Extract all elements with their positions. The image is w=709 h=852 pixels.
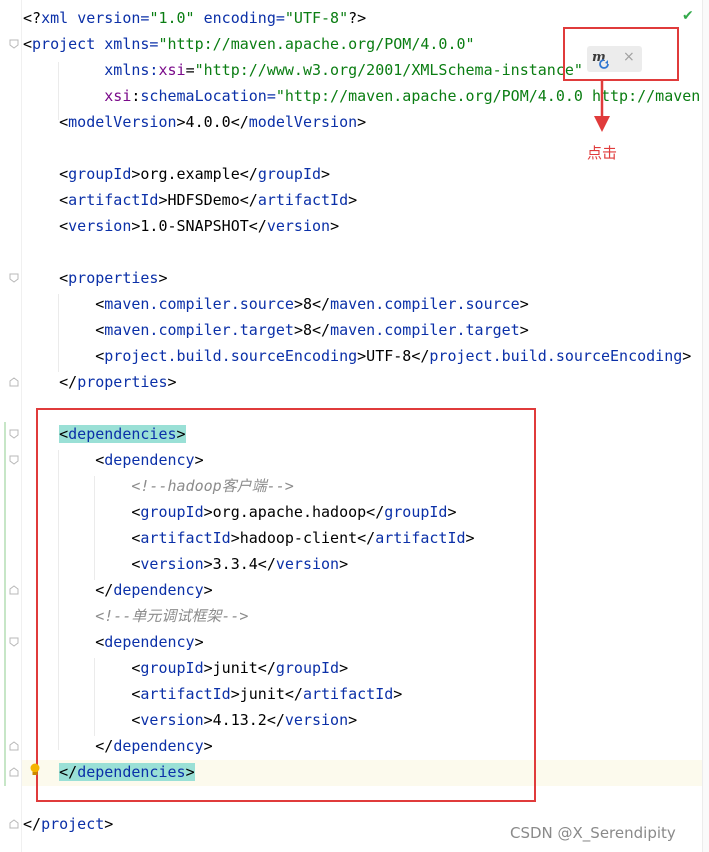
xml-tag-name: maven.compiler.source bbox=[104, 295, 294, 313]
code-token: < bbox=[23, 165, 69, 183]
watermark: CSDN @X_Serendipity bbox=[510, 824, 676, 842]
code-token: < bbox=[23, 321, 105, 339]
code-line[interactable]: </properties> bbox=[23, 369, 177, 395]
xml-tag-name: artifactId bbox=[257, 191, 349, 209]
code-token: > bbox=[321, 165, 331, 183]
xml-tag-name: xml bbox=[41, 9, 78, 27]
code-token: > bbox=[167, 373, 177, 391]
gutter-divider bbox=[21, 0, 22, 852]
code-token: >8</ bbox=[293, 295, 331, 313]
code-token: "1.0" bbox=[149, 9, 204, 27]
fold-close-icon[interactable] bbox=[9, 741, 19, 751]
code-token: ?> bbox=[348, 9, 367, 27]
code-token: > bbox=[348, 191, 358, 209]
code-line[interactable]: <project xmlns="http://maven.apache.org/… bbox=[23, 31, 475, 57]
annotation-label: 点击 bbox=[587, 144, 618, 162]
code-token: < bbox=[23, 295, 105, 313]
xml-tag-name: project bbox=[41, 815, 105, 833]
xml-tag-name: properties bbox=[68, 269, 159, 287]
code-line[interactable]: <version>1.0-SNAPSHOT</version> bbox=[23, 213, 339, 239]
code-token: </ bbox=[23, 815, 42, 833]
code-token: version= bbox=[77, 9, 150, 27]
code-token: < bbox=[23, 269, 69, 287]
code-token: < bbox=[23, 347, 105, 365]
annotation-box-dependencies bbox=[36, 408, 536, 802]
xml-tag-name: artifactId bbox=[68, 191, 159, 209]
code-line[interactable]: <groupId>org.example</groupId> bbox=[23, 161, 330, 187]
code-token: </ bbox=[23, 373, 78, 391]
code-token: < bbox=[23, 35, 33, 53]
xml-tag-name: version bbox=[68, 217, 132, 235]
code-token: xsi bbox=[158, 61, 186, 79]
xml-tag-name: project.build.sourceEncoding bbox=[104, 347, 358, 365]
code-line[interactable]: <properties> bbox=[23, 265, 168, 291]
code-line[interactable]: </project> bbox=[23, 811, 113, 837]
code-token: < bbox=[23, 113, 69, 131]
code-line[interactable]: <maven.compiler.target>8</maven.compiler… bbox=[23, 317, 529, 343]
code-token: > bbox=[357, 113, 367, 131]
fold-open-icon[interactable] bbox=[9, 455, 19, 465]
xml-tag-name: maven.compiler.source bbox=[330, 295, 520, 313]
code-token: "http://maven.apache.org/POM/4.0.0" bbox=[158, 35, 475, 53]
xml-tag-name: groupId bbox=[68, 165, 132, 183]
xml-tag-name: version bbox=[266, 217, 331, 235]
code-token: schemaLocation= bbox=[140, 87, 276, 105]
code-token: > bbox=[158, 269, 168, 287]
annotation-box-popup bbox=[563, 27, 679, 81]
code-token: < bbox=[23, 191, 69, 209]
editor-scrollbar[interactable] bbox=[702, 0, 709, 852]
code-token: >org.example</ bbox=[131, 165, 258, 183]
code-token: > bbox=[519, 295, 529, 313]
fold-close-icon[interactable] bbox=[9, 585, 19, 595]
annotation-arrow bbox=[594, 80, 610, 132]
code-token: = bbox=[185, 61, 195, 79]
code-token: "UTF-8" bbox=[284, 9, 349, 27]
fold-close-icon[interactable] bbox=[9, 377, 19, 387]
code-line[interactable]: <artifactId>HDFSDemo</artifactId> bbox=[23, 187, 357, 213]
code-token: >1.0-SNAPSHOT</ bbox=[131, 217, 267, 235]
fold-close-icon[interactable] bbox=[9, 767, 19, 777]
code-token: > bbox=[104, 815, 114, 833]
code-token: xmlns: bbox=[104, 61, 159, 79]
code-token: < bbox=[23, 217, 69, 235]
xml-tag-name: modelVersion bbox=[68, 113, 177, 131]
xml-tag-name: groupId bbox=[257, 165, 322, 183]
inspection-ok-icon: ✔ bbox=[682, 8, 694, 24]
code-line[interactable]: <project.build.sourceEncoding>UTF-8</pro… bbox=[23, 343, 691, 369]
code-token: >UTF-8</ bbox=[357, 347, 430, 365]
xml-tag-name: maven.compiler.target bbox=[104, 321, 294, 339]
xml-tag-name: maven.compiler.target bbox=[330, 321, 520, 339]
code-token: encoding= bbox=[203, 9, 285, 27]
change-marker bbox=[4, 422, 6, 786]
xml-tag-name: project.build.sourceEncoding bbox=[429, 347, 683, 365]
fold-open-icon[interactable] bbox=[9, 39, 19, 49]
fold-open-icon[interactable] bbox=[9, 637, 19, 647]
code-token: > bbox=[330, 217, 340, 235]
code-line[interactable]: <?xml version="1.0" encoding="UTF-8"?> bbox=[23, 5, 366, 31]
code-token: <? bbox=[23, 9, 42, 27]
code-token: xsi bbox=[104, 87, 132, 105]
code-line[interactable]: <modelVersion>4.0.0</modelVersion> bbox=[23, 109, 366, 135]
xml-tag-name: project bbox=[32, 35, 105, 53]
xml-tag-name: properties bbox=[77, 373, 168, 391]
fold-open-icon[interactable] bbox=[9, 429, 19, 439]
xml-tag-name: modelVersion bbox=[248, 113, 358, 131]
code-token: "http://maven.apache.org/POM/4.0.0 http:… bbox=[275, 87, 709, 105]
code-token: >HDFSDemo</ bbox=[158, 191, 258, 209]
code-line[interactable]: xmlns:xsi="http://www.w3.org/2001/XMLSch… bbox=[23, 57, 583, 83]
code-token: >8</ bbox=[293, 321, 331, 339]
code-token: xmlns= bbox=[104, 35, 159, 53]
intention-bulb-icon[interactable] bbox=[29, 763, 41, 777]
code-token: "http://www.w3.org/2001/XMLSchema-instan… bbox=[194, 61, 583, 79]
fold-close-icon[interactable] bbox=[9, 819, 19, 829]
code-token: > bbox=[682, 347, 692, 365]
code-token: >4.0.0</ bbox=[176, 113, 249, 131]
code-token: > bbox=[519, 321, 529, 339]
fold-open-icon[interactable] bbox=[9, 273, 19, 283]
code-line[interactable]: <maven.compiler.source>8</maven.compiler… bbox=[23, 291, 529, 317]
